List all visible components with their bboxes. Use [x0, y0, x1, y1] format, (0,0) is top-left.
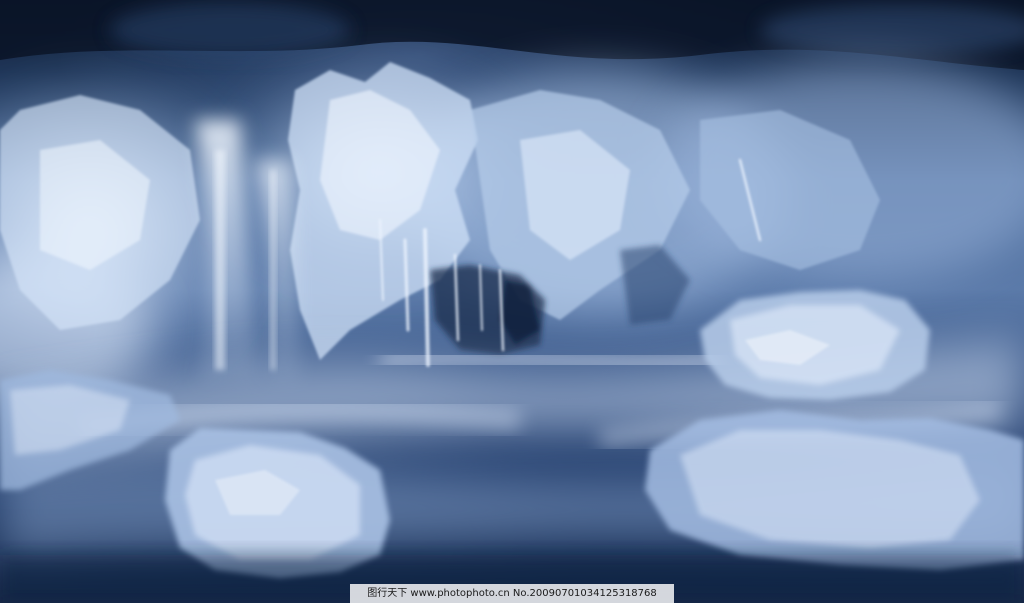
watermark: 图行天下 www.photophoto.cn No.20090701034125…: [350, 584, 674, 603]
photo-canvas: [0, 0, 1024, 603]
ice-block-right: [700, 290, 930, 400]
watermark-text: 图行天下 www.photophoto.cn No.20090701034125…: [367, 588, 657, 599]
frozen-waterfall-photo: 图行天下 www.photophoto.cn No.20090701034125…: [0, 0, 1024, 603]
upper-shadowed-ice: [0, 0, 1024, 70]
ice-block-bottom-right: [645, 410, 1024, 570]
